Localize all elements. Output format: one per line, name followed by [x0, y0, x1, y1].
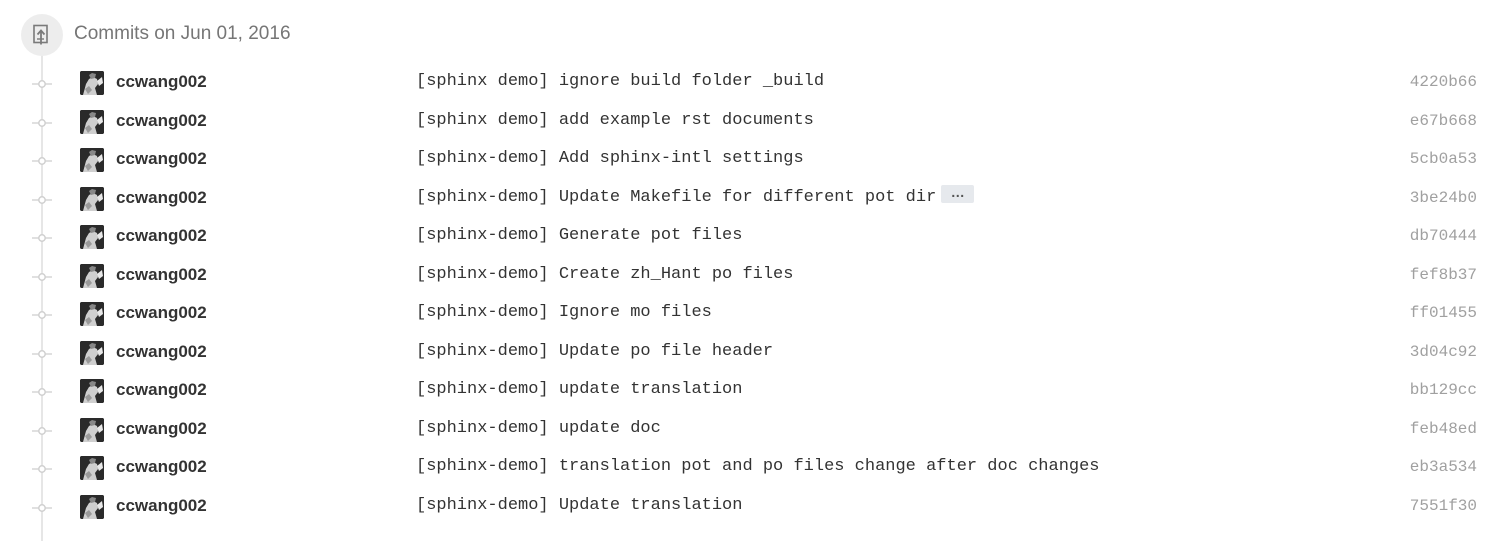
commit-row: ccwang002 [sphinx-demo] Update Makefile f…: [0, 181, 1507, 220]
commit-author-link[interactable]: ccwang002: [116, 187, 207, 209]
expand-message-button[interactable]: …: [941, 185, 975, 204]
commit-sha-link[interactable]: ff01455: [1410, 302, 1477, 324]
commit-message-text[interactable]: [sphinx demo] add example rst documents: [416, 111, 814, 130]
commit-row: ccwang002 [sphinx-demo] Update translatio…: [0, 489, 1507, 528]
commit-row: ccwang002 [sphinx-demo] Ignore mo files ff…: [0, 296, 1507, 335]
commit-sha-link[interactable]: eb3a534: [1410, 456, 1477, 478]
commit-node-icon: [32, 311, 52, 319]
commit-message-text[interactable]: [sphinx-demo] Update Makefile for differ…: [416, 188, 936, 207]
author-avatar[interactable]: [80, 263, 104, 288]
commit-author-link[interactable]: ccwang002: [116, 225, 207, 247]
commit-message-text[interactable]: [sphinx demo] ignore build folder _build: [416, 72, 824, 91]
commit-node-icon: [32, 234, 52, 242]
commit-row: ccwang002 [sphinx-demo] Create zh_Hant po…: [0, 258, 1507, 297]
commit-row: ccwang002 [sphinx-demo] Generate pot file…: [0, 219, 1507, 258]
commit-message-text[interactable]: [sphinx-demo] Create zh_Hant po files: [416, 265, 793, 284]
commit-node-icon: [32, 157, 52, 165]
commit-row: ccwang002 [sphinx-demo] update translatio…: [0, 373, 1507, 412]
commit-node-icon: [32, 272, 52, 281]
commit-message-link[interactable]: [sphinx-demo] Generate pot files: [416, 225, 742, 247]
commit-message-link[interactable]: [sphinx-demo] update doc: [416, 418, 661, 440]
commit-node-icon: [32, 80, 52, 88]
author-avatar[interactable]: [80, 109, 104, 134]
author-avatar[interactable]: [80, 379, 104, 403]
author-avatar[interactable]: [80, 456, 104, 480]
commit-message-link[interactable]: [sphinx-demo] Create zh_Hant po files: [416, 264, 793, 286]
commit-message-link[interactable]: [sphinx-demo] update translation: [416, 379, 742, 401]
commit-message-text[interactable]: [sphinx-demo] Ignore mo files: [416, 303, 712, 322]
commit-sha-link[interactable]: bb129cc: [1410, 379, 1477, 401]
commit-group-title: Commits on Jun 01, 2016: [74, 23, 291, 44]
commit-message-link[interactable]: [sphinx-demo] Update po file header: [416, 341, 773, 363]
author-avatar[interactable]: [80, 225, 104, 249]
author-avatar[interactable]: [80, 302, 104, 326]
commit-message-link[interactable]: [sphinx-demo] Ignore mo files: [416, 302, 712, 324]
commit-author-link[interactable]: ccwang002: [116, 495, 207, 517]
author-avatar[interactable]: [80, 494, 104, 519]
author-avatar[interactable]: [80, 186, 104, 211]
commit-author-link[interactable]: ccwang002: [116, 148, 207, 170]
commit-message-link[interactable]: [sphinx-demo] Add sphinx-intl settings: [416, 148, 804, 170]
commit-message-text[interactable]: [sphinx-demo] translation pot and po fil…: [416, 457, 1100, 476]
author-avatar[interactable]: [80, 340, 104, 365]
commit-sha-link[interactable]: e67b668: [1410, 110, 1477, 132]
commit-author-link[interactable]: ccwang002: [116, 302, 207, 324]
commit-sha-link[interactable]: feb48ed: [1410, 418, 1477, 440]
commit-message-link[interactable]: [sphinx demo] add example rst documents: [416, 110, 814, 132]
commit-row: ccwang002 [sphinx demo] add example rst d…: [0, 104, 1507, 143]
commit-sha-link[interactable]: 3d04c92: [1410, 341, 1477, 363]
commit-author-link[interactable]: ccwang002: [116, 341, 207, 363]
commit-row: ccwang002 [sphinx-demo] Add sphinx-intl s…: [0, 142, 1507, 181]
author-avatar[interactable]: [80, 417, 104, 442]
commit-message-link[interactable]: [sphinx-demo] translation pot and po fil…: [416, 456, 1100, 478]
commit-sha-link[interactable]: 5cb0a53: [1410, 148, 1477, 170]
commit-message-text[interactable]: [sphinx-demo] Update translation: [416, 496, 742, 515]
commit-message-text[interactable]: [sphinx-demo] update translation: [416, 380, 742, 399]
commit-sha-link[interactable]: 3be24b0: [1410, 187, 1477, 209]
author-avatar[interactable]: [80, 71, 104, 95]
commit-author-link[interactable]: ccwang002: [116, 71, 207, 93]
commit-message-text[interactable]: [sphinx-demo] update doc: [416, 419, 661, 438]
commit-row: ccwang002 [sphinx-demo] update doc feb48ed: [0, 412, 1507, 451]
commit-message-text[interactable]: [sphinx-demo] Generate pot files: [416, 226, 742, 245]
commit-row: ccwang002 [sphinx-demo] translation pot a…: [0, 450, 1507, 489]
commit-sha-link[interactable]: fef8b37: [1410, 264, 1477, 286]
commit-row: ccwang002 [sphinx-demo] Update po file he…: [0, 335, 1507, 374]
commit-author-link[interactable]: ccwang002: [116, 456, 207, 478]
commit-message-text[interactable]: [sphinx-demo] Update po file header: [416, 342, 773, 361]
commit-sha-link[interactable]: 4220b66: [1410, 71, 1477, 93]
commit-node-icon: [32, 195, 52, 204]
commit-message-link[interactable]: [sphinx-demo] Update Makefile for differ…: [416, 185, 975, 209]
commit-list: ccwang002 [sphinx demo] ignore build fold…: [0, 65, 1507, 527]
commit-sha-link[interactable]: db70444: [1410, 225, 1477, 247]
commit-message-text[interactable]: [sphinx-demo] Add sphinx-intl settings: [416, 149, 804, 168]
commit-row: ccwang002 [sphinx demo] ignore build fold…: [0, 65, 1507, 104]
git-commit-push-icon: [21, 14, 63, 56]
commit-author-link[interactable]: ccwang002: [116, 110, 207, 132]
commit-author-link[interactable]: ccwang002: [116, 379, 207, 401]
commit-node-icon: [32, 465, 52, 473]
commit-node-icon: [32, 388, 52, 396]
commit-message-link[interactable]: [sphinx demo] ignore build folder _build: [416, 71, 824, 93]
commit-node-icon: [32, 349, 52, 358]
commit-author-link[interactable]: ccwang002: [116, 264, 207, 286]
commit-node-icon: [32, 503, 52, 512]
commit-author-link[interactable]: ccwang002: [116, 418, 207, 440]
commits-page: Commits on Jun 01, 2016 ccwang002 [sphinx…: [0, 0, 1507, 541]
author-avatar[interactable]: [80, 148, 104, 172]
commit-node-icon: [32, 118, 52, 127]
commit-sha-link[interactable]: 7551f30: [1410, 495, 1477, 517]
commit-node-icon: [32, 426, 52, 435]
commit-message-link[interactable]: [sphinx-demo] Update translation: [416, 495, 742, 517]
